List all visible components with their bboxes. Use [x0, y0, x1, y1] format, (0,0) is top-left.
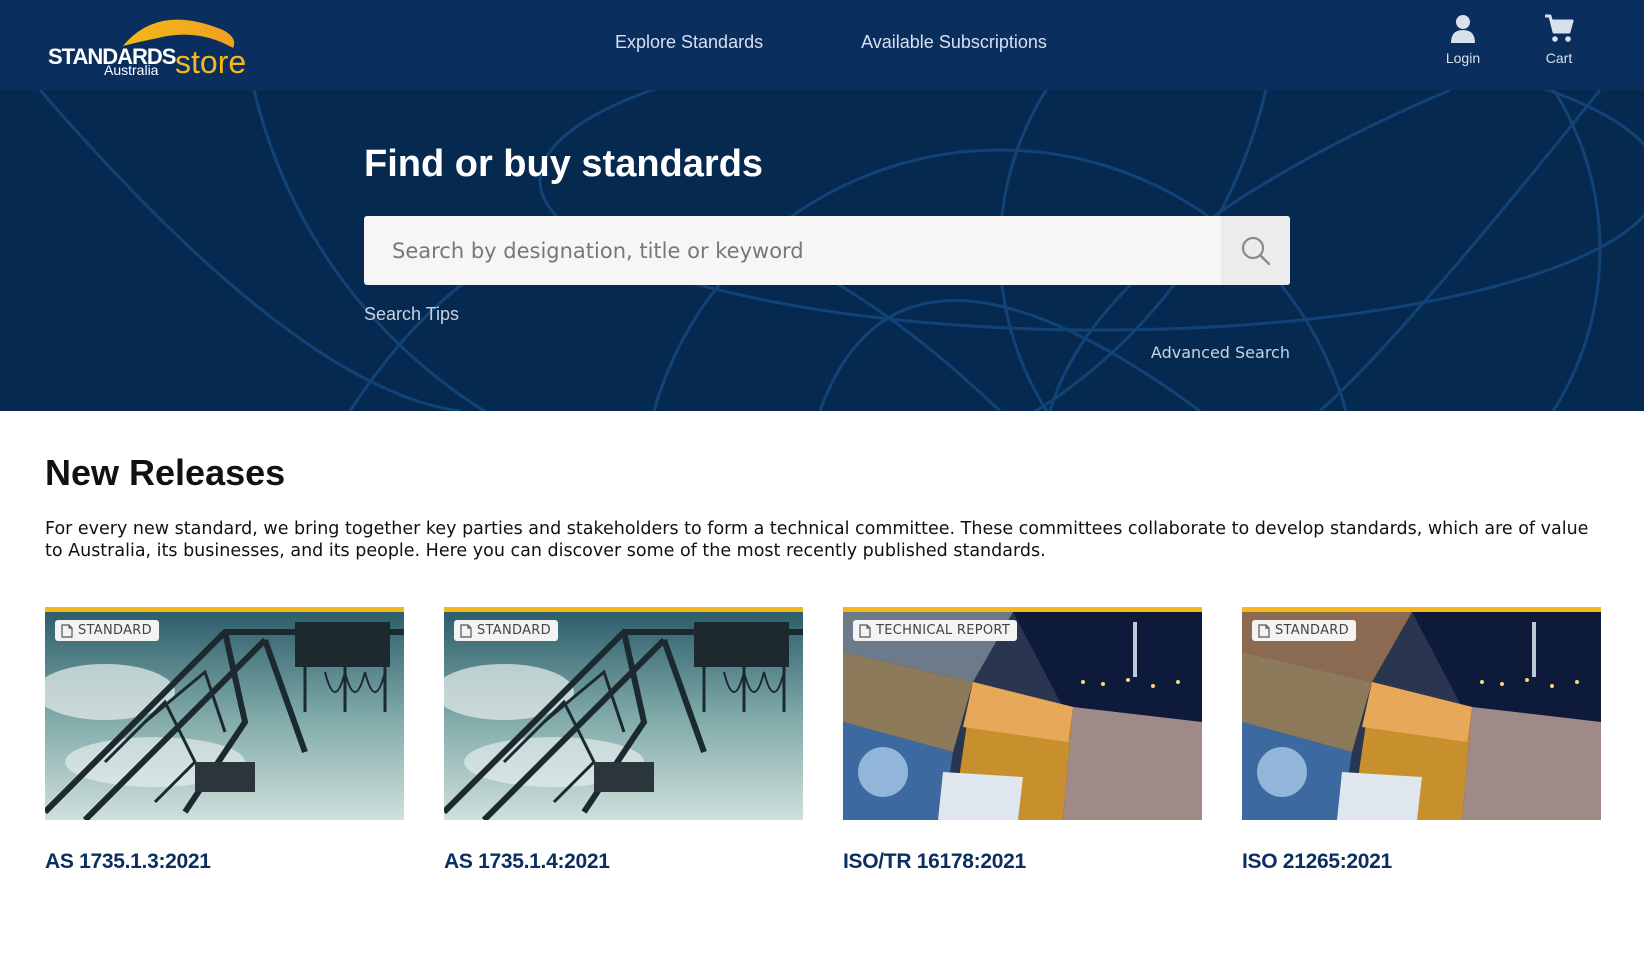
release-card[interactable]: TECHNICAL REPORT ISO/TR 16178:2021 — [843, 607, 1202, 874]
main-nav: Explore Standards Available Subscription… — [615, 32, 1047, 53]
page-title: Find or buy standards — [364, 143, 764, 185]
card-image: TECHNICAL REPORT — [843, 607, 1202, 820]
new-releases-description: For every new standard, we bring togethe… — [45, 519, 1589, 561]
card-badge-label: STANDARD — [78, 623, 152, 638]
release-card[interactable]: STANDARD ISO 21265:2021 — [1242, 607, 1601, 874]
card-title[interactable]: AS 1735.1.4:2021 — [444, 850, 803, 874]
card-type-badge: TECHNICAL REPORT — [853, 620, 1018, 641]
cart-label: Cart — [1545, 50, 1573, 66]
document-icon — [460, 623, 472, 638]
cart-icon — [1545, 14, 1574, 42]
top-header: STANDARDS Australia store Explore Standa… — [0, 0, 1644, 90]
card-image: STANDARD — [1242, 607, 1601, 820]
card-image: STANDARD — [444, 607, 803, 820]
document-icon — [859, 623, 871, 638]
collage-image — [1242, 612, 1601, 820]
card-type-badge: STANDARD — [454, 620, 558, 641]
search-tips-link[interactable]: Search Tips — [364, 304, 459, 325]
user-icon — [1451, 15, 1475, 43]
card-type-badge: STANDARD — [1252, 620, 1356, 641]
login-label: Login — [1445, 50, 1481, 66]
search-input[interactable] — [364, 216, 1221, 285]
collage-image — [843, 612, 1202, 820]
card-badge-label: STANDARD — [477, 623, 551, 638]
nav-explore-standards[interactable]: Explore Standards — [615, 32, 763, 53]
document-icon — [1258, 623, 1270, 638]
card-badge-label: STANDARD — [1275, 623, 1349, 638]
card-type-badge: STANDARD — [55, 620, 159, 641]
nav-available-subscriptions[interactable]: Available Subscriptions — [861, 32, 1047, 53]
search-button[interactable] — [1221, 216, 1290, 285]
crane-image — [444, 612, 803, 820]
header-actions: Login Cart — [1440, 12, 1582, 66]
cart-button[interactable]: Cart — [1536, 12, 1582, 66]
advanced-search-link[interactable]: Advanced Search — [1151, 343, 1290, 362]
release-card[interactable]: STANDARD AS 1735.1.3:2021 — [45, 607, 404, 874]
document-icon — [61, 623, 73, 638]
search-hero: Find or buy standards Search Tips Advanc… — [0, 90, 1644, 411]
new-releases-cards: STANDARD AS 1735.1.3:2021 STANDARD AS 17… — [45, 607, 1601, 874]
search-bar — [364, 216, 1290, 285]
crane-image — [45, 612, 404, 820]
card-title[interactable]: ISO/TR 16178:2021 — [843, 850, 1202, 874]
login-button[interactable]: Login — [1440, 12, 1486, 66]
search-icon — [1241, 236, 1270, 265]
logo-text-store: store — [175, 44, 247, 80]
new-releases-heading: New Releases — [45, 452, 286, 493]
card-title[interactable]: ISO 21265:2021 — [1242, 850, 1601, 874]
card-badge-label: TECHNICAL REPORT — [876, 623, 1011, 638]
logo-text-australia: Australia — [104, 62, 159, 78]
card-title[interactable]: AS 1735.1.3:2021 — [45, 850, 404, 874]
card-image: STANDARD — [45, 607, 404, 820]
release-card[interactable]: STANDARD AS 1735.1.4:2021 — [444, 607, 803, 874]
standards-australia-store-logo[interactable]: STANDARDS Australia store — [48, 8, 248, 80]
